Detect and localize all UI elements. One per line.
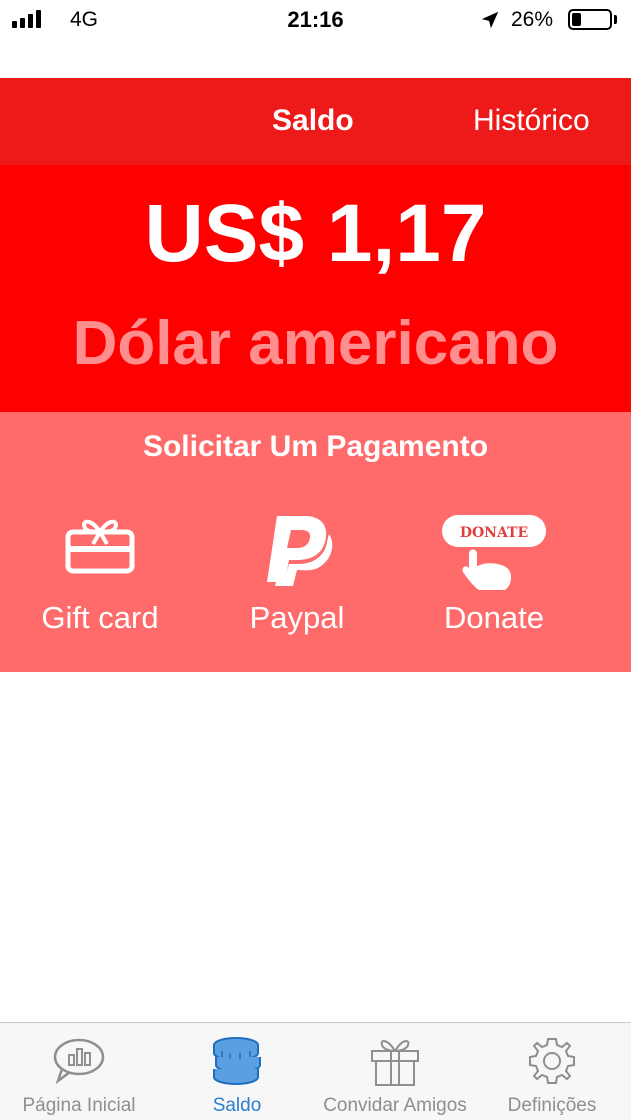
gift-card-option[interactable]: Gift card — [0, 512, 200, 642]
coins-icon — [213, 1037, 261, 1085]
status-bar: 4G 21:16 26% — [0, 0, 631, 40]
balance-amount: US$ 1,17 — [144, 188, 487, 279]
paypal-label: Paypal — [249, 600, 345, 635]
battery-level — [572, 13, 581, 26]
donate-option[interactable]: DONATE Donate — [394, 512, 594, 642]
location-arrow-icon — [481, 11, 499, 29]
gift-card-icon — [65, 519, 135, 574]
gift-icon — [371, 1040, 419, 1086]
gift-card-label: Gift card — [41, 600, 159, 635]
nav-label: Definições — [507, 1095, 597, 1116]
currency-name: Dólar americano — [72, 309, 559, 378]
bottom-tab-bar: Página Inicial Saldo Convidar Amigos Def… — [0, 1022, 631, 1120]
donate-icon: DONATE — [442, 515, 546, 590]
nav-pagina-inicial[interactable]: Página Inicial — [0, 1023, 158, 1120]
tab-saldo[interactable]: Saldo — [272, 104, 354, 138]
battery-icon — [568, 9, 612, 30]
nav-definicoes[interactable]: Definições — [473, 1023, 631, 1120]
battery-cap — [614, 15, 617, 24]
nav-label: Saldo — [212, 1095, 262, 1116]
nav-convidar-amigos[interactable]: Convidar Amigos — [316, 1023, 474, 1120]
battery-percent: 26% — [511, 8, 554, 31]
chart-bubble-icon — [53, 1038, 105, 1085]
payment-request-panel: Solicitar Um Pagamento Gift card Paypal … — [0, 412, 631, 672]
payment-request-title: Solicitar Um Pagamento — [142, 430, 489, 463]
paypal-icon — [267, 516, 333, 586]
balance-panel: US$ 1,17 Dólar americano — [0, 165, 631, 412]
donate-label: Donate — [444, 600, 544, 635]
tab-historico[interactable]: Histórico — [473, 104, 590, 138]
gear-icon — [529, 1038, 575, 1084]
nav-label: Página Inicial — [22, 1095, 136, 1116]
nav-saldo[interactable]: Saldo — [158, 1023, 316, 1120]
top-tab-bar: Saldo Histórico — [0, 78, 631, 165]
donate-icon-text: DONATE — [460, 525, 528, 541]
nav-label: Convidar Amigos — [323, 1095, 467, 1116]
paypal-option[interactable]: Paypal — [197, 512, 397, 642]
